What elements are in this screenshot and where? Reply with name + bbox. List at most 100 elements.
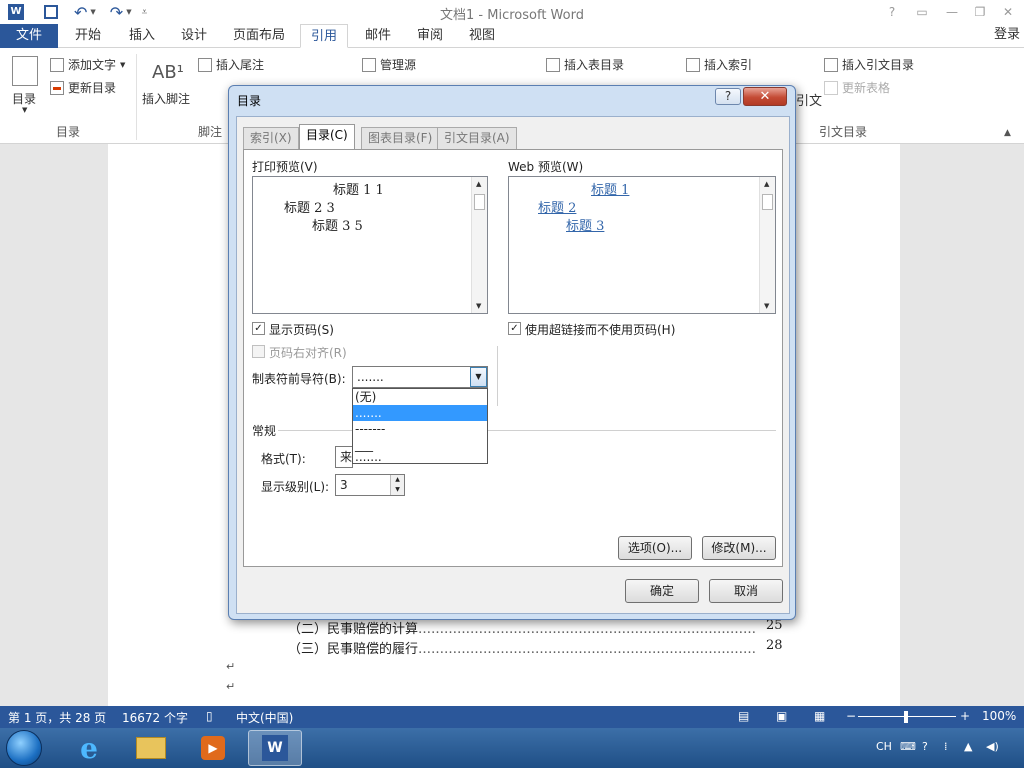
add-text-button[interactable]: 添加文字 ▼ (50, 56, 125, 73)
word-taskbar-icon[interactable]: W (248, 730, 302, 766)
update-table-button[interactable]: 更新表格 (824, 79, 890, 96)
start-button-icon[interactable] (6, 730, 42, 766)
scroll-up-icon[interactable]: ▲ (476, 180, 481, 188)
tab-home[interactable]: 开始 (66, 24, 110, 48)
insert-toa-button[interactable]: 插入引文目录 (824, 56, 914, 73)
web-preview-scrollbar[interactable]: ▲ ▼ (759, 177, 775, 313)
sign-in-link[interactable]: 登录 (994, 24, 1020, 46)
tab-mailings[interactable]: 邮件 (356, 24, 400, 48)
window-title: 文档1 - Microsoft Word (440, 8, 584, 23)
tab-leader-option[interactable]: ....... (353, 451, 487, 463)
tab-leader-select[interactable]: ....... ▼ (352, 366, 488, 388)
help-tray-icon[interactable]: ? (922, 740, 928, 753)
print-preview-line: 标题 3 5 (312, 219, 363, 234)
ribbon-display-options-icon[interactable]: ▭ (908, 2, 936, 22)
web-preview-link: 标题 3 (566, 219, 605, 234)
proofing-icon[interactable]: ▯ (206, 709, 213, 723)
ok-button[interactable]: 确定 (625, 579, 699, 603)
modify-button[interactable]: 修改(M)... (702, 536, 776, 560)
insert-index-button[interactable]: 插入索引 (686, 56, 752, 73)
tab-file[interactable]: 文件 (0, 24, 58, 48)
tab-leader-option[interactable]: ------- (353, 421, 487, 437)
tab-design[interactable]: 设计 (172, 24, 216, 48)
tab-table-of-authorities[interactable]: 引文目录(A) (437, 127, 517, 149)
print-preview-line: 标题 1 1 (333, 183, 384, 198)
update-toc-button[interactable]: 更新目录 (50, 79, 116, 96)
insert-index-icon (686, 57, 700, 72)
ime-icon[interactable]: ⁞ (944, 740, 948, 753)
explorer-icon[interactable] (124, 730, 178, 766)
show-page-numbers-checkbox[interactable]: ✓ (252, 322, 265, 335)
show-hidden-icons-icon[interactable]: ▲ (964, 740, 972, 753)
scroll-thumb[interactable] (762, 194, 773, 210)
collapse-ribbon-icon[interactable]: ▲ (1004, 128, 1011, 138)
help-button[interactable]: ? (878, 2, 906, 22)
levels-spinner[interactable]: 3 ▲ ▼ (335, 474, 405, 496)
tab-page-layout[interactable]: 页面布局 (226, 24, 292, 48)
scroll-down-icon[interactable]: ▼ (476, 302, 481, 310)
scroll-thumb[interactable] (474, 194, 485, 210)
dialog-help-button[interactable]: ? (715, 88, 741, 105)
spin-up-icon[interactable]: ▲ (390, 475, 404, 485)
table-of-figures-icon (546, 57, 560, 72)
right-align-label: 页码右对齐(R) (269, 346, 347, 360)
title-bar: W ↶ ▼ ↷ ▼ ⩡ 文档1 - Microsoft Word ? ▭ — ❐… (0, 0, 1024, 24)
minimize-icon[interactable]: — (938, 2, 966, 22)
cancel-button[interactable]: 取消 (709, 579, 783, 603)
ie-icon[interactable]: e (62, 730, 116, 766)
keyboard-icon[interactable]: ⌨ (900, 740, 916, 753)
update-table-icon (824, 80, 838, 95)
read-mode-icon[interactable]: ▤ (738, 709, 749, 723)
language-indicator[interactable]: 中文(中国) (236, 709, 293, 726)
zoom-level[interactable]: 100% (982, 709, 1016, 723)
tab-leader-label: 制表符前导符(B): (252, 372, 346, 386)
chevron-down-icon[interactable]: ▼ (470, 367, 487, 387)
toc-page-number: 25 (766, 618, 783, 633)
ribbon-tabs: 文件 开始 插入 设计 页面布局 引用 邮件 审阅 视图 登录 (0, 24, 1024, 48)
toc-button[interactable]: 目录 (12, 90, 36, 107)
toc-icon[interactable] (12, 56, 38, 86)
insert-table-of-figures-button[interactable]: 插入表目录 (546, 56, 624, 73)
scroll-up-icon[interactable]: ▲ (764, 180, 769, 188)
spin-down-icon[interactable]: ▼ (390, 485, 404, 495)
print-layout-icon[interactable]: ▣ (776, 709, 787, 723)
insert-endnote-button[interactable]: 插入尾注 (198, 56, 264, 73)
web-layout-icon[interactable]: ▦ (814, 709, 825, 723)
zoom-out-icon[interactable]: − (846, 709, 856, 723)
toc-line: （三）民事赔偿的履行…………………………………………………………………… (288, 642, 757, 657)
use-hyperlinks-checkbox[interactable]: ✓ (508, 322, 521, 335)
dialog-close-button[interactable]: ✕ (743, 87, 787, 106)
word-count[interactable]: 16672 个字 (122, 709, 188, 726)
print-preview-scrollbar[interactable]: ▲ ▼ (471, 177, 487, 313)
restore-icon[interactable]: ❐ (966, 2, 994, 22)
insert-footnote-button[interactable]: 插入脚注 (142, 90, 190, 107)
options-button[interactable]: 选项(O)... (618, 536, 692, 560)
show-page-numbers-label[interactable]: 显示页码(S) (269, 321, 334, 338)
use-hyperlinks-label[interactable]: 使用超链接而不使用页码(H) (525, 321, 675, 338)
tab-leader-option[interactable]: ....... (353, 405, 487, 421)
dialog-title: 目录 (237, 94, 262, 108)
zoom-slider-thumb[interactable] (904, 711, 908, 723)
web-preview-label: Web 预览(W) (508, 160, 584, 174)
input-language[interactable]: CH (876, 740, 892, 753)
tab-index[interactable]: 索引(X) (243, 127, 299, 149)
tab-insert[interactable]: 插入 (120, 24, 164, 48)
toc-dropdown-icon[interactable]: ▼ (22, 106, 27, 114)
tab-view[interactable]: 视图 (460, 24, 504, 48)
update-toc-icon (50, 80, 64, 95)
page-count[interactable]: 第 1 页，共 28 页 (8, 709, 106, 726)
tab-toc[interactable]: 目录(C) (299, 124, 355, 150)
tab-table-of-figures[interactable]: 图表目录(F) (361, 127, 440, 149)
scroll-down-icon[interactable]: ▼ (764, 302, 769, 310)
volume-icon[interactable]: ◀) (986, 740, 999, 753)
footnote-ab-icon[interactable]: AB¹ (152, 62, 184, 83)
close-window-icon[interactable]: ✕ (994, 2, 1022, 22)
tab-references[interactable]: 引用 (300, 24, 348, 48)
mark-citation-button[interactable]: 引文 (796, 90, 822, 109)
manage-sources-button[interactable]: 管理源 (362, 56, 416, 73)
zoom-in-icon[interactable]: + (960, 709, 970, 723)
tab-review[interactable]: 审阅 (408, 24, 452, 48)
media-player-icon[interactable]: ▶ (186, 730, 240, 766)
format-select[interactable]: 来 (335, 446, 353, 468)
tab-leader-option[interactable]: (无) (353, 389, 487, 405)
